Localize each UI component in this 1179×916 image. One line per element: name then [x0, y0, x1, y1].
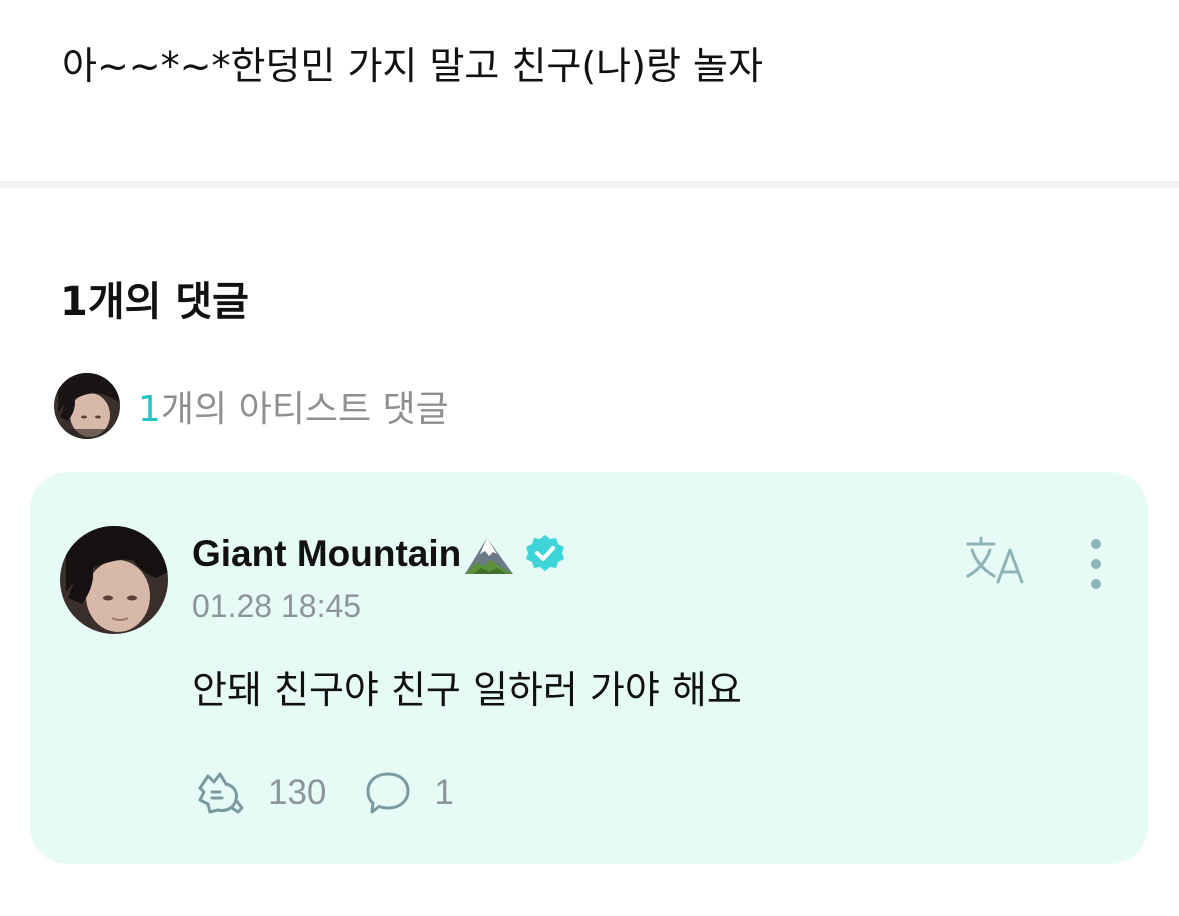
- like-button[interactable]: 130: [194, 770, 326, 816]
- comments-heading: 1개의 댓글: [60, 279, 249, 325]
- translate-icon[interactable]: [964, 536, 1028, 586]
- post-text: 아~~*~*한덩민 가지 말고 친구(나)랑 놀자: [62, 44, 763, 88]
- verified-badge-icon: [525, 534, 565, 574]
- speech-bubble-icon: [366, 772, 410, 814]
- avatar: [54, 373, 120, 439]
- section-divider: [0, 181, 1179, 188]
- more-vertical-icon[interactable]: [1080, 538, 1112, 590]
- author-name[interactable]: Giant Mountain: [192, 533, 461, 575]
- comment-body: 안돼 친구야 친구 일하러 가야 해요: [192, 668, 742, 712]
- snow-capped-mountain-icon: [463, 532, 515, 576]
- reply-button[interactable]: 1: [364, 770, 454, 816]
- cheer-hand-icon: [198, 772, 244, 814]
- like-count: 130: [268, 773, 327, 812]
- author-avatar[interactable]: [60, 526, 168, 634]
- artist-comment-summary: 1개의 아티스트 댓글: [138, 380, 449, 432]
- artist-comment-count: 1: [138, 389, 161, 430]
- author-line: Giant Mountain: [192, 528, 565, 580]
- comment-timestamp: 01.28 18:45: [192, 588, 362, 624]
- artist-comment-card: Giant Mountain 01.28 18:45 안돼 친구야 친구 일하러…: [30, 472, 1148, 864]
- comment-actions: 130 1: [194, 768, 454, 818]
- reply-count: 1: [434, 773, 454, 812]
- artist-comment-label: 개의 아티스트 댓글: [160, 389, 449, 430]
- artist-comments-toggle[interactable]: 1개의 아티스트 댓글: [54, 373, 449, 439]
